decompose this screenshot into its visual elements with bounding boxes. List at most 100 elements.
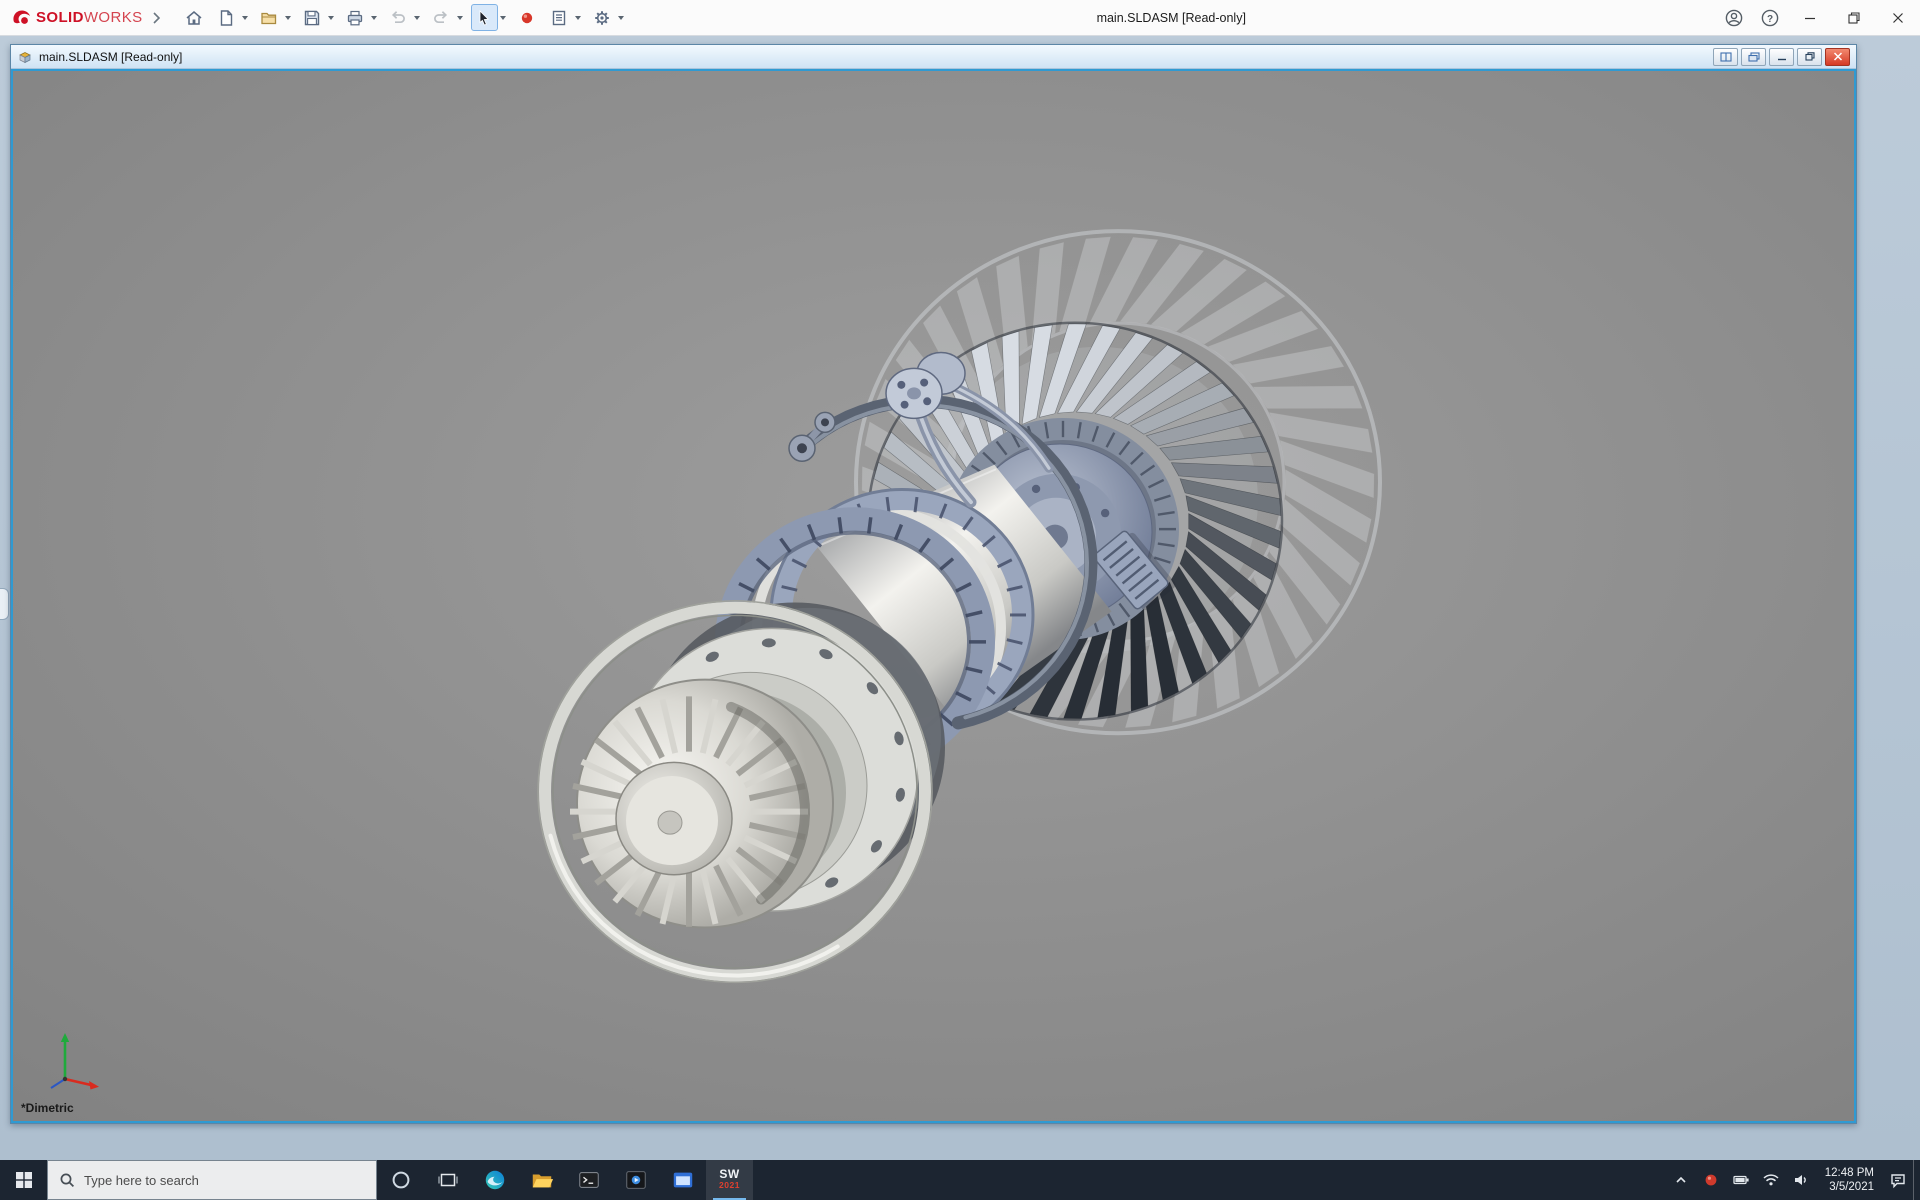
settings-dropdown-caret[interactable]: [616, 4, 627, 31]
restore-icon: [1848, 12, 1860, 24]
wifi-icon: [1762, 1171, 1780, 1189]
media-app-button[interactable]: [612, 1160, 659, 1200]
screen: SOLIDWORKS: [0, 0, 1920, 1200]
resource-monitor-icon: [1704, 1173, 1718, 1187]
volume-button[interactable]: [1786, 1160, 1816, 1200]
taskbar-clock[interactable]: 12:48 PM 3/5/2021: [1816, 1160, 1883, 1200]
app-restore-button[interactable]: [1832, 0, 1876, 36]
new-document-button[interactable]: [213, 4, 240, 31]
account-button[interactable]: [1716, 0, 1752, 36]
record-icon: [519, 10, 535, 26]
redo-dropdown-caret[interactable]: [455, 4, 466, 31]
show-desktop-button[interactable]: [1913, 1160, 1920, 1200]
help-button[interactable]: ?: [1752, 0, 1788, 36]
windows-start-icon: [15, 1171, 33, 1189]
tile-window-button[interactable]: [1713, 48, 1738, 66]
action-center-icon: [1889, 1171, 1907, 1189]
taskbar: SW 2021 12:48 PM 3/5/2021: [0, 1160, 1920, 1200]
solidworks-taskbar-button[interactable]: SW 2021: [706, 1160, 753, 1200]
document-window-controls: [1713, 48, 1852, 66]
cascade-window-icon: [1748, 52, 1760, 62]
system-tray: 12:48 PM 3/5/2021: [1666, 1160, 1920, 1200]
print-button[interactable]: [342, 4, 369, 31]
edge-button[interactable]: [471, 1160, 518, 1200]
terminal-button[interactable]: [565, 1160, 612, 1200]
undo-button[interactable]: [385, 4, 412, 31]
document-close-button[interactable]: [1825, 48, 1850, 66]
toolbar-expand-chevron-icon[interactable]: [147, 5, 165, 31]
document-minimize-button[interactable]: [1769, 48, 1794, 66]
settings-button[interactable]: [589, 4, 616, 31]
print-dropdown-caret[interactable]: [369, 4, 380, 31]
open-button[interactable]: [256, 4, 283, 31]
view-orientation-label: *Dimetric: [21, 1101, 74, 1115]
svg-text:?: ?: [1767, 14, 1773, 25]
taskbar-search[interactable]: [47, 1160, 377, 1200]
edge-icon: [483, 1168, 507, 1192]
cortana-icon: [391, 1170, 411, 1190]
cortana-button[interactable]: [377, 1160, 424, 1200]
brand-text-light: WORKS: [84, 9, 143, 26]
battery-icon: [1732, 1171, 1750, 1189]
cascade-window-button[interactable]: [1741, 48, 1766, 66]
app-title: main.SLDASM [Read-only]: [1097, 11, 1246, 25]
app-window-controls: ?: [1716, 0, 1920, 36]
help-icon: ?: [1760, 8, 1780, 28]
jet-engine-3d-model[interactable]: [13, 71, 1854, 1121]
resource-monitor-button[interactable]: [1696, 1160, 1726, 1200]
minimize-icon: [1804, 12, 1816, 24]
home-icon: [185, 9, 203, 27]
restore-icon: [1805, 52, 1815, 61]
feature-panel-collapse-tab[interactable]: [0, 588, 9, 620]
new-document-dropdown-caret[interactable]: [240, 4, 251, 31]
blue-window-app-button[interactable]: [659, 1160, 706, 1200]
open-folder-icon: [260, 9, 278, 27]
document-properties-button[interactable]: [546, 4, 573, 31]
quick-access-toolbar: [181, 4, 627, 31]
hidden-icons-button[interactable]: [1666, 1160, 1696, 1200]
new-document-icon: [217, 9, 235, 27]
save-icon: [303, 9, 321, 27]
redo-button[interactable]: [428, 4, 455, 31]
app-close-button[interactable]: [1876, 0, 1920, 36]
solidworks-logo: SOLIDWORKS: [10, 7, 143, 29]
document-restore-button[interactable]: [1797, 48, 1822, 66]
task-view-button[interactable]: [424, 1160, 471, 1200]
volume-icon: [1792, 1171, 1810, 1189]
options-gear-icon: [593, 9, 611, 27]
document-window: main.SLDASM [Read-only]: [10, 44, 1857, 1124]
home-button[interactable]: [181, 4, 208, 31]
task-view-icon: [438, 1170, 458, 1190]
app-minimize-button[interactable]: [1788, 0, 1832, 36]
blue-window-app-icon: [671, 1168, 695, 1192]
graphics-viewport[interactable]: *Dimetric: [11, 69, 1856, 1123]
undo-icon: [389, 9, 407, 27]
undo-dropdown-caret[interactable]: [412, 4, 423, 31]
redo-icon: [432, 9, 450, 27]
record-button[interactable]: [514, 4, 541, 31]
terminal-icon: [577, 1168, 601, 1192]
document-titlebar[interactable]: main.SLDASM [Read-only]: [11, 45, 1856, 69]
dassault-systemes-icon: [10, 7, 32, 29]
action-center-button[interactable]: [1883, 1160, 1913, 1200]
select-tool-button[interactable]: [471, 4, 498, 31]
search-icon: [59, 1172, 75, 1188]
document-properties-icon: [550, 9, 568, 27]
select-arrow-icon: [475, 9, 493, 27]
select-tool-dropdown-caret[interactable]: [498, 4, 509, 31]
battery-button[interactable]: [1726, 1160, 1756, 1200]
start-button[interactable]: [0, 1160, 47, 1200]
save-dropdown-caret[interactable]: [326, 4, 337, 31]
file-explorer-button[interactable]: [518, 1160, 565, 1200]
open-dropdown-caret[interactable]: [283, 4, 294, 31]
minimize-icon: [1777, 52, 1787, 61]
print-icon: [346, 9, 364, 27]
save-button[interactable]: [299, 4, 326, 31]
document-properties-dropdown-caret[interactable]: [573, 4, 584, 31]
file-explorer-icon: [530, 1168, 554, 1192]
document-title: main.SLDASM [Read-only]: [39, 50, 182, 64]
network-button[interactable]: [1756, 1160, 1786, 1200]
search-input[interactable]: [84, 1173, 365, 1188]
brand-text-bold: SOLID: [36, 9, 84, 26]
clock-date: 3/5/2021: [1829, 1180, 1874, 1194]
